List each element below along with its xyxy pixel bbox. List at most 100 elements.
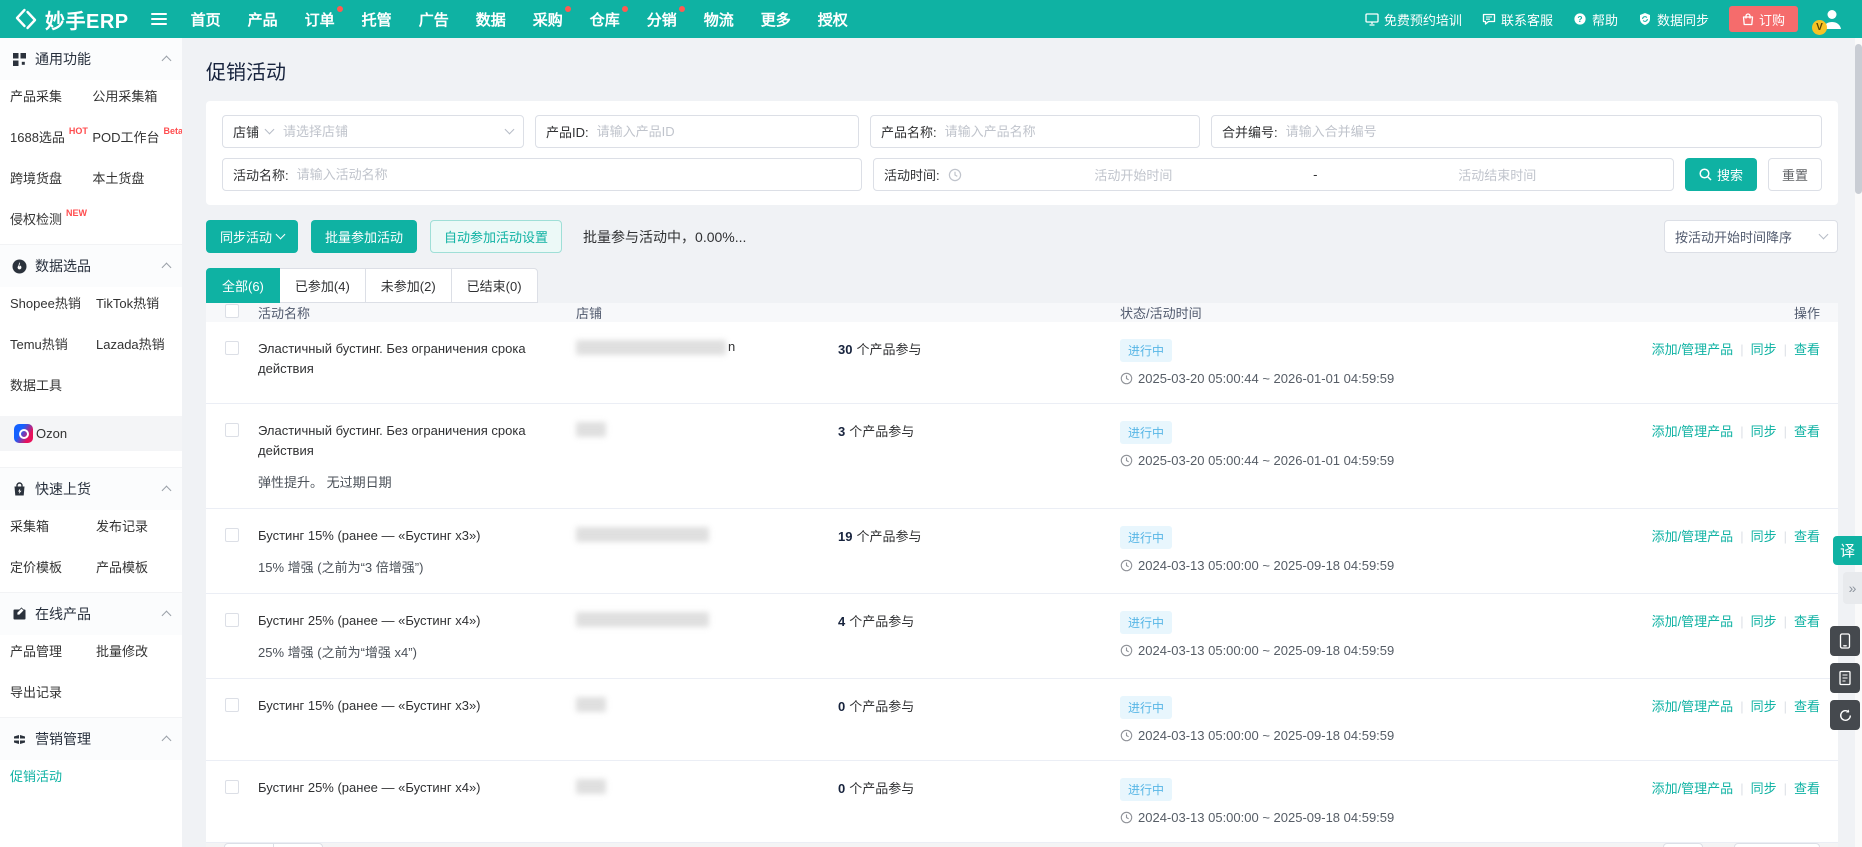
sidebar-item-crossborder-supply[interactable]: 跨境货盘	[10, 168, 62, 187]
tab-joined[interactable]: 已参加(4)	[279, 268, 366, 303]
sidebar-item-data-tools[interactable]: 数据工具	[10, 375, 62, 394]
sync-link[interactable]: 同步	[1751, 529, 1777, 544]
sidebar-section-general[interactable]: 通用功能	[0, 38, 182, 80]
nav-item-orders[interactable]: 订单	[305, 9, 335, 30]
activity-name-input[interactable]	[297, 167, 851, 182]
sidebar-item-product-collect[interactable]: 产品采集	[10, 86, 62, 105]
sidebar-item-pod-workbench[interactable]: POD工作台Beta	[92, 127, 182, 146]
document-tool-button[interactable]	[1830, 663, 1860, 693]
sync-activity-button[interactable]: 同步活动	[206, 220, 298, 253]
tab-ended[interactable]: 已结束(0)	[451, 268, 538, 303]
sidebar-item-infringement-check[interactable]: 侵权检测NEW	[10, 209, 86, 228]
tab-all[interactable]: 全部(6)	[206, 268, 280, 303]
product-name-input[interactable]	[945, 124, 1189, 139]
manage-products-link[interactable]: 添加/管理产品	[1652, 529, 1734, 544]
product-id-field[interactable]: 产品ID:	[535, 115, 859, 148]
nav-item-home[interactable]: 首页	[191, 9, 221, 30]
sidebar-item-public-collect-box[interactable]: 公用采集箱	[92, 86, 157, 105]
sidebar-item-publish-records[interactable]: 发布记录	[96, 516, 148, 535]
sidebar-item-product-management[interactable]: 产品管理	[10, 641, 62, 660]
sync-link[interactable]: 同步	[1751, 342, 1777, 357]
row-checkbox[interactable]	[225, 613, 239, 627]
sync-link[interactable]: 同步	[1751, 614, 1777, 629]
manage-products-link[interactable]: 添加/管理产品	[1652, 342, 1734, 357]
auto-join-settings-button[interactable]: 自动参加活动设置	[430, 220, 562, 253]
merge-number-input[interactable]	[1286, 124, 1811, 139]
expand-panel-button[interactable]: »	[1843, 572, 1862, 604]
nav-item-logistics[interactable]: 物流	[704, 9, 734, 30]
page-jump-input[interactable]	[1663, 843, 1703, 847]
product-name-field[interactable]: 产品名称:	[870, 115, 1200, 148]
sidebar-section-data-selection[interactable]: 数据选品	[0, 244, 182, 287]
invert-selection-button[interactable]: 反选	[273, 843, 323, 847]
end-time-placeholder[interactable]: 活动结束时间	[1331, 165, 1663, 184]
view-link[interactable]: 查看	[1794, 781, 1820, 796]
nav-item-authorization[interactable]: 授权	[818, 9, 848, 30]
sidebar-item-temu-hot[interactable]: Temu热销	[10, 334, 68, 353]
row-checkbox[interactable]	[225, 698, 239, 712]
scrollbar-thumb[interactable]	[1855, 44, 1862, 194]
sidebar-section-marketing[interactable]: 营销管理	[0, 717, 182, 760]
nav-item-products[interactable]: 产品	[248, 9, 278, 30]
page-size-select[interactable]: 20条/页	[1734, 843, 1820, 847]
select-all-checkbox[interactable]	[225, 304, 239, 318]
view-link[interactable]: 查看	[1794, 614, 1820, 629]
app-logo[interactable]: 妙手ERP	[14, 5, 129, 34]
row-checkbox[interactable]	[225, 423, 239, 437]
sidebar-item-1688-selection[interactable]: 1688选品HOT	[10, 127, 87, 146]
nav-item-data[interactable]: 数据	[476, 9, 506, 30]
activity-time-range-picker[interactable]: 活动时间: 活动开始时间 - 活动结束时间	[873, 158, 1674, 191]
nav-item-purchase[interactable]: 采购	[533, 9, 563, 30]
view-link[interactable]: 查看	[1794, 529, 1820, 544]
row-checkbox[interactable]	[225, 528, 239, 542]
nav-item-distribution[interactable]: 分销	[647, 9, 677, 30]
sidebar-item-batch-edit[interactable]: 批量修改	[96, 641, 148, 660]
view-link[interactable]: 查看	[1794, 699, 1820, 714]
view-link[interactable]: 查看	[1794, 424, 1820, 439]
sidebar-item-export-records[interactable]: 导出记录	[10, 682, 62, 701]
phone-tool-button[interactable]	[1830, 626, 1860, 656]
sort-select[interactable]: 按活动开始时间降序	[1664, 220, 1838, 253]
shop-select-input[interactable]	[283, 124, 506, 139]
start-time-placeholder[interactable]: 活动开始时间	[968, 165, 1300, 184]
manage-products-link[interactable]: 添加/管理产品	[1652, 614, 1734, 629]
sidebar-item-promotions[interactable]: 促销活动	[10, 766, 62, 785]
tab-not-joined[interactable]: 未参加(2)	[365, 268, 452, 303]
nav-item-warehouse[interactable]: 仓库	[590, 9, 620, 30]
shop-select[interactable]: 店铺	[222, 115, 524, 148]
manage-products-link[interactable]: 添加/管理产品	[1652, 699, 1734, 714]
sidebar-item-tiktok-hot[interactable]: TikTok热销	[96, 293, 159, 312]
activity-name-field[interactable]: 活动名称:	[222, 158, 862, 191]
sidebar-item-product-template[interactable]: 产品模板	[96, 557, 148, 576]
hamburger-menu-icon[interactable]	[151, 13, 167, 25]
merge-number-field[interactable]: 合并编号:	[1211, 115, 1822, 148]
help-link[interactable]: ? 帮助	[1573, 10, 1618, 29]
sidebar-item-ozon[interactable]: Ozon	[0, 416, 182, 451]
sidebar-item-local-supply[interactable]: 本土货盘	[92, 168, 144, 187]
reset-button[interactable]: 重置	[1768, 158, 1822, 191]
manage-products-link[interactable]: 添加/管理产品	[1652, 424, 1734, 439]
nav-item-hosting[interactable]: 托管	[362, 9, 392, 30]
row-checkbox[interactable]	[225, 341, 239, 355]
sidebar-section-quick-listing[interactable]: 快速上货	[0, 467, 182, 510]
search-button[interactable]: 搜索	[1685, 158, 1757, 191]
refresh-tool-button[interactable]	[1830, 700, 1860, 730]
translate-button[interactable]: 译	[1833, 536, 1862, 565]
nav-item-more[interactable]: 更多	[761, 9, 791, 30]
sidebar-section-online-products[interactable]: 在线产品	[0, 592, 182, 635]
sync-link[interactable]: 同步	[1751, 424, 1777, 439]
user-avatar[interactable]: V	[1818, 5, 1846, 33]
free-training-link[interactable]: 免费预约培训	[1365, 10, 1462, 29]
batch-join-button[interactable]: 批量参加活动	[311, 220, 417, 253]
data-sync-link[interactable]: 数据同步	[1638, 10, 1709, 29]
nav-item-ads[interactable]: 广告	[419, 9, 449, 30]
manage-products-link[interactable]: 添加/管理产品	[1652, 781, 1734, 796]
shop-type-select[interactable]: 店铺	[233, 122, 273, 141]
order-button[interactable]: 订购	[1729, 6, 1798, 32]
row-checkbox[interactable]	[225, 780, 239, 794]
sync-link[interactable]: 同步	[1751, 781, 1777, 796]
sync-link[interactable]: 同步	[1751, 699, 1777, 714]
sidebar-item-collect-box[interactable]: 采集箱	[10, 516, 49, 535]
sidebar-item-shopee-hot[interactable]: Shopee热销	[10, 293, 81, 312]
product-id-input[interactable]	[597, 124, 848, 139]
